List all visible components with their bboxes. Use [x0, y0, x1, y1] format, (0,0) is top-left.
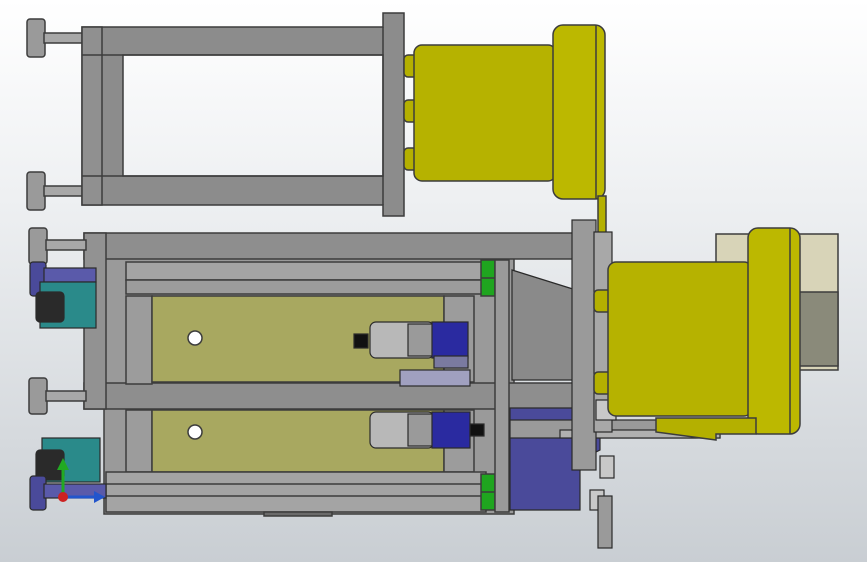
lower-frame	[83, 232, 575, 517]
upper-frame-knob-bottom[interactable]	[26, 171, 85, 211]
locator-pin	[589, 489, 613, 549]
lower-motor	[593, 227, 839, 441]
lower-frame-knob-mid[interactable]	[28, 377, 87, 415]
upper-motor	[403, 24, 607, 241]
cad-viewport[interactable]	[0, 0, 867, 562]
cad-model-drawing	[26, 12, 839, 549]
lower-frame-knob-top[interactable]	[28, 227, 87, 265]
left-clamp-top	[29, 261, 97, 329]
upper-frame-knob-top[interactable]	[26, 18, 85, 58]
upper-frame	[26, 12, 405, 217]
